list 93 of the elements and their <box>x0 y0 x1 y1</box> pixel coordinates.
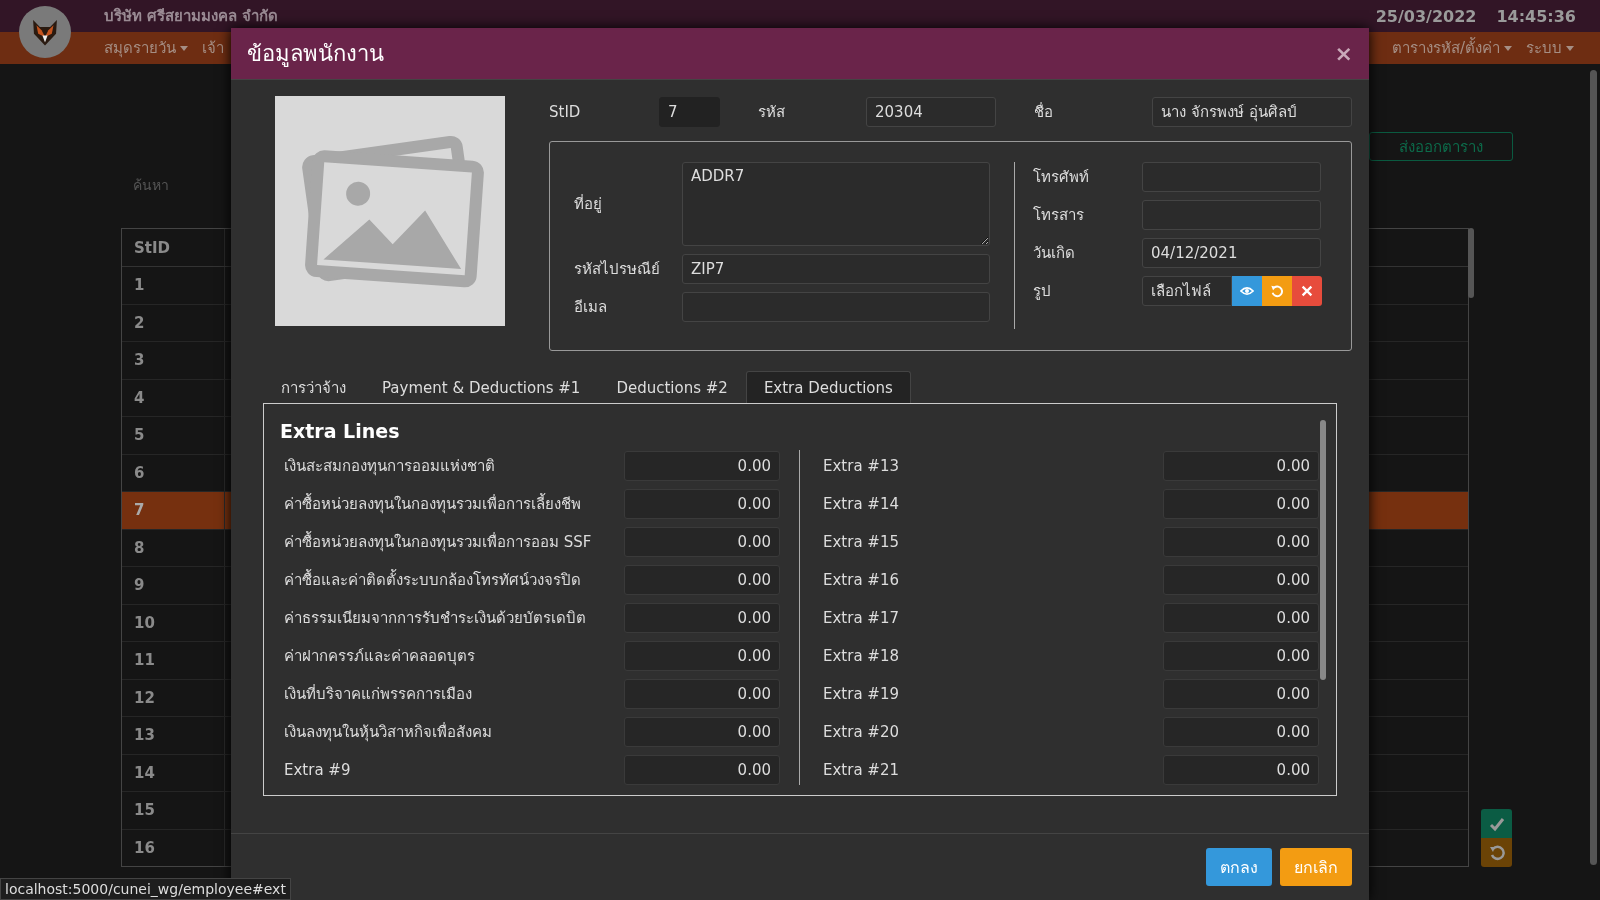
table-cell-text: 7 <box>133 501 146 520</box>
amount-field[interactable]: 0.00 <box>624 640 780 671</box>
amount-field[interactable]: 0.00 <box>624 450 780 481</box>
field-label: ที่อยู่ <box>574 193 603 215</box>
amount-field[interactable]: 0.00 <box>624 602 780 633</box>
field-label: ค่าธรรมเนียมจากการรับชำระเงินด้วยบัตรเดบิต <box>284 607 586 629</box>
text-field[interactable] <box>1142 200 1321 230</box>
field-label: ค่าฝากครรภ์และค่าคลอดบุตร <box>284 645 475 668</box>
field-label: เงินสะสมกองทุนการออมแห่งชาติ <box>284 455 495 478</box>
undo-icon[interactable] <box>1481 838 1512 867</box>
field-label: Extra #20 <box>823 722 900 741</box>
field-label: ค่าซื้อและค่าติดตั้งระบบกล้องโทรทัศน์วงจรปิด <box>284 568 581 591</box>
amount-field[interactable]: 0.00 <box>1163 754 1319 785</box>
field-label: โทรศัพท์ <box>1033 167 1090 188</box>
field-label: รหัส <box>758 102 786 123</box>
tab[interactable]: Extra Deductions <box>745 371 911 403</box>
check-icon[interactable] <box>1481 809 1512 838</box>
table-cell-text: 10 <box>133 613 156 632</box>
table-cell-text: 16 <box>133 838 156 857</box>
close-button[interactable]: × <box>1334 41 1353 66</box>
amount-field[interactable]: 0.00 <box>1163 640 1319 671</box>
field-label: Extra #13 <box>823 456 900 475</box>
field-label: วันเกิด <box>1033 243 1076 264</box>
eye-icon[interactable] <box>1232 276 1262 306</box>
table-cell-text: 13 <box>133 726 156 745</box>
table-cell-text: 3 <box>133 351 146 370</box>
undo-icon[interactable] <box>1262 276 1292 306</box>
amount-field[interactable]: 0.00 <box>1163 602 1319 633</box>
amount-field[interactable]: 0.00 <box>624 716 780 747</box>
table-cell-text: 12 <box>133 688 156 707</box>
amount-field[interactable]: 0.00 <box>1163 678 1319 709</box>
date-text: 25/03/2022 <box>1375 6 1477 26</box>
field-label: Extra #18 <box>823 646 900 665</box>
fox-logo-icon <box>19 6 71 58</box>
close-icon[interactable] <box>1292 276 1322 306</box>
field-label: รหัสไปรษณีย์ <box>574 259 661 280</box>
column-header: StID <box>133 238 171 257</box>
table-cell-text: 6 <box>133 463 146 482</box>
text-field[interactable]: นาง จักรพงษ์ อุ่นศิลป์ <box>1152 97 1352 127</box>
field-label: ค่าซื้อหน่วยลงทุนในกองทุนรวมเพื่อการเลี้ยงชีพ <box>284 492 581 516</box>
tab[interactable]: การว่าจ้าง <box>263 371 364 403</box>
dialog-title: ข้อมูลพนักงาน <box>247 40 384 69</box>
text-field[interactable]: ZIP7 <box>682 254 990 284</box>
field-label: อีเมล <box>574 297 608 318</box>
field-label: Extra #9 <box>284 760 351 779</box>
amount-field[interactable]: 0.00 <box>624 564 780 595</box>
table-cell-text: 5 <box>133 426 146 445</box>
scrollbar[interactable] <box>1590 70 1597 865</box>
choose-file-button[interactable]: เลือกไฟล์ <box>1142 276 1232 306</box>
status-url: localhost:5000/cunei_wg/employee#ext <box>0 878 291 900</box>
table-cell-text: 1 <box>133 276 146 295</box>
time-text: 14:45:36 <box>1496 6 1576 26</box>
field-label: รูป <box>1033 281 1052 302</box>
scrollbar[interactable] <box>1320 420 1326 680</box>
table-cell-text: 11 <box>133 651 156 670</box>
table-cell-text: 2 <box>133 313 146 332</box>
text-field[interactable] <box>682 292 990 322</box>
date-field[interactable]: 04/12/2021 <box>1142 238 1321 268</box>
table-cell-text: 14 <box>133 763 156 782</box>
field-label: โทรสาร <box>1033 205 1085 226</box>
tab[interactable]: Payment & Deductions #1 <box>364 371 599 403</box>
text-field[interactable]: 20304 <box>866 97 996 127</box>
amount-field[interactable]: 0.00 <box>624 526 780 557</box>
tab[interactable]: Deductions #2 <box>598 371 746 403</box>
scrollbar[interactable] <box>1468 228 1474 298</box>
amount-field[interactable]: 0.00 <box>1163 564 1319 595</box>
section-title: Extra Lines <box>280 420 401 442</box>
field-label: เงินที่บริจาคแก่พรรคการเมือง <box>284 683 472 705</box>
amount-field[interactable]: 0.00 <box>624 488 780 519</box>
search-label: ค้นหา <box>133 176 169 195</box>
company-name: บริษัท ศรีสยามมงคล จำกัด <box>104 6 279 27</box>
field-label: Extra #16 <box>823 570 900 589</box>
field-label: Extra #14 <box>823 494 900 513</box>
amount-field[interactable]: 0.00 <box>1163 488 1319 519</box>
amount-field[interactable]: 0.00 <box>624 678 780 709</box>
field-label: ชื่อ <box>1034 101 1054 123</box>
table-cell-text: 8 <box>133 538 146 557</box>
amount-field[interactable]: 0.00 <box>1163 526 1319 557</box>
field-label: ค่าซื้อหน่วยลงทุนในกองทุนรวมเพื่อการออม SSF <box>284 530 592 554</box>
field-label: Extra #17 <box>823 608 900 627</box>
amount-field[interactable]: 0.00 <box>624 754 780 785</box>
field-label: StID <box>549 103 582 121</box>
field-label: Extra #15 <box>823 532 900 551</box>
field-label: Extra #19 <box>823 684 900 703</box>
text-field[interactable] <box>1142 162 1321 192</box>
field-label: เงินลงทุนในหุ้นวิสาหกิจเพื่อสังคม <box>284 721 492 744</box>
address-field[interactable]: ADDR7 <box>682 162 990 246</box>
table-cell-text: 15 <box>133 801 156 820</box>
field-label: Extra #21 <box>823 760 900 779</box>
table-cell-text: 4 <box>133 388 146 407</box>
table-cell-text: 9 <box>133 576 146 595</box>
amount-field[interactable]: 0.00 <box>1163 450 1319 481</box>
amount-field[interactable]: 0.00 <box>1163 716 1319 747</box>
